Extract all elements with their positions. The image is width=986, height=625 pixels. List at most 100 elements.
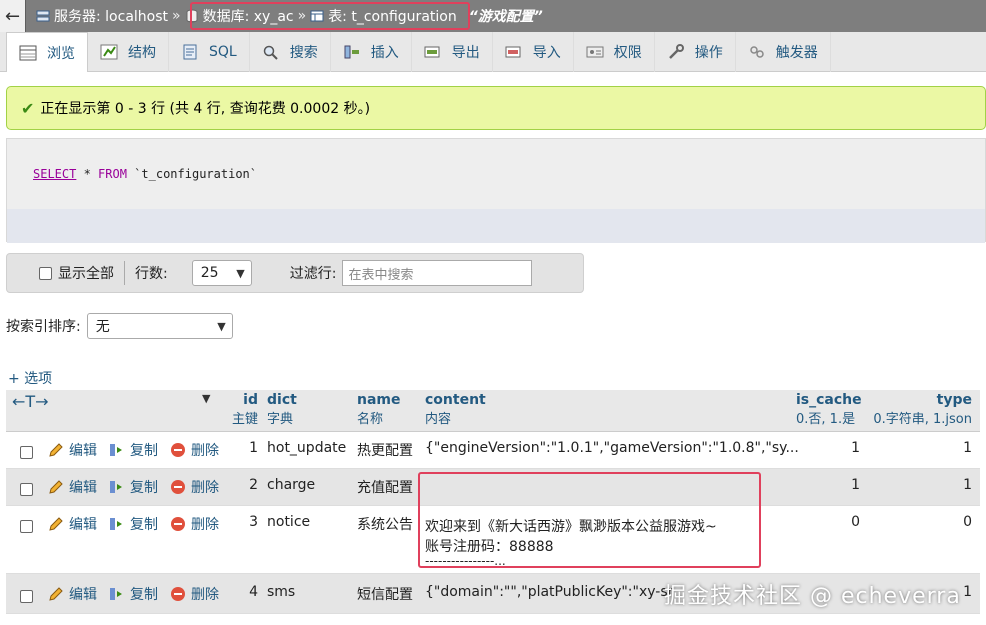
column-name: name (357, 392, 401, 408)
tab-operations[interactable]: 操作 (655, 32, 736, 72)
cell-type: 0 (963, 514, 972, 530)
pencil-icon (49, 480, 63, 494)
copy-link[interactable]: 复制 (109, 584, 158, 604)
copy-label: 复制 (130, 480, 158, 496)
column-comment: 名称 (357, 412, 384, 427)
column-header-content[interactable]: content 内容 (425, 392, 486, 427)
column-name: is_cache (796, 392, 862, 408)
tab-export[interactable]: 导出 (412, 32, 493, 72)
edit-label: 编辑 (69, 480, 97, 496)
column-name: content (425, 392, 486, 408)
delete-link[interactable]: 删除 (170, 477, 219, 497)
tab-import[interactable]: 导入 (493, 32, 574, 72)
tab-search[interactable]: 搜索 (250, 32, 331, 72)
copy-icon (110, 444, 122, 456)
delete-icon (171, 517, 185, 531)
pencil-icon (49, 517, 63, 531)
breadcrumb-server-label: 服务器: localhost (54, 9, 169, 25)
sql-icon (183, 44, 197, 60)
column-comment: 内容 (425, 412, 452, 427)
edit-link[interactable]: 编辑 (48, 477, 97, 497)
tab-label: 结构 (128, 45, 156, 61)
sql-star: * (76, 167, 99, 181)
row-checkbox[interactable] (20, 446, 33, 459)
privileges-icon (586, 46, 604, 58)
filter-rows-input[interactable]: 在表中搜索 (342, 260, 533, 286)
column-header-id[interactable]: id 主键 (230, 392, 258, 427)
row-checkbox[interactable] (20, 590, 33, 603)
cell-id: 2 (249, 477, 258, 493)
show-all-checkbox[interactable] (39, 266, 52, 280)
delete-link[interactable]: 删除 (170, 440, 219, 460)
annotation-highlight-box (190, 2, 470, 30)
search-icon (263, 45, 278, 60)
column-options-dropdown-icon[interactable]: ▼ (202, 392, 210, 405)
delete-label: 删除 (191, 587, 219, 603)
edit-link[interactable]: 编辑 (48, 584, 97, 604)
edit-link[interactable]: 编辑 (48, 514, 97, 534)
success-message-text: 正在显示第 0 - 3 行 (共 4 行, 查询花费 0.0002 秒。) (40, 101, 371, 117)
sort-by-key-select[interactable]: 无 ▼ (86, 313, 233, 339)
cell-type: 1 (963, 477, 972, 493)
sql-query: SELECT * FROM `t_configuration` (7, 139, 985, 209)
watermark: 掘金技术社区 @ echeverra (664, 584, 961, 609)
sort-by-key-value: 无 (95, 319, 110, 335)
tab-browse[interactable]: 浏览 (6, 32, 88, 72)
cell-content: {"domain":"","platPublicKey":"xy-sr (425, 584, 674, 600)
options-link[interactable]: + 选项 (8, 368, 52, 388)
edit-link[interactable]: 编辑 (48, 440, 97, 460)
back-arrow-icon[interactable]: ← (0, 0, 26, 32)
edit-label: 编辑 (69, 443, 97, 459)
sort-by-key-row: 按索引排序: 无 ▼ (6, 313, 233, 339)
cell-is-cache: 0 (851, 514, 860, 530)
tab-structure[interactable]: 结构 (88, 32, 169, 72)
column-header-name[interactable]: name 名称 (357, 392, 401, 427)
rows-count-value: 25 (200, 265, 219, 281)
breadcrumb-server[interactable]: 服务器: localhost (36, 6, 168, 26)
sql-keyword-select[interactable]: SELECT (33, 167, 76, 181)
annotation-highlight-box (418, 472, 761, 568)
cell-dict: sms (267, 584, 296, 600)
breadcrumb-separator: » (172, 8, 181, 24)
breadcrumb-bar: ← 服务器: localhost » 数据库: xy_ac » 表: t_con… (0, 0, 986, 32)
column-comment: 主键 (231, 412, 258, 427)
column-resize-arrows-icon[interactable]: ←T→ (12, 392, 49, 411)
delete-label: 删除 (191, 443, 219, 459)
cell-content: {"engineVersion":"1.0.1","gameVersion":"… (425, 440, 799, 456)
column-header-dict[interactable]: dict 字典 (267, 392, 297, 427)
row-checkbox[interactable] (20, 483, 33, 496)
delete-label: 删除 (191, 517, 219, 533)
sql-query-box: SELECT * FROM `t_configuration` (6, 138, 986, 243)
rows-label: 行数: (135, 266, 168, 282)
delete-link[interactable]: 删除 (170, 514, 219, 534)
sql-keyword-from: FROM (98, 167, 127, 181)
column-name: dict (267, 392, 297, 408)
copy-link[interactable]: 复制 (109, 477, 158, 497)
copy-label: 复制 (130, 587, 158, 603)
cell-is-cache: 1 (851, 477, 860, 493)
tab-triggers[interactable]: 触发器 (736, 32, 831, 72)
success-message: ✔ 正在显示第 0 - 3 行 (共 4 行, 查询花费 0.0002 秒。) (6, 86, 986, 130)
tab-insert[interactable]: 插入 (331, 32, 412, 72)
copy-link[interactable]: 复制 (109, 440, 158, 460)
edit-label: 编辑 (69, 587, 97, 603)
column-header-type[interactable]: type 0.字符串, 1.json (868, 392, 972, 427)
copy-label: 复制 (130, 443, 158, 459)
delete-icon (171, 587, 185, 601)
tab-privileges[interactable]: 权限 (574, 32, 655, 72)
copy-label: 复制 (130, 517, 158, 533)
browse-icon (19, 45, 37, 60)
delete-link[interactable]: 删除 (170, 584, 219, 604)
sql-query-toolbar (7, 209, 985, 243)
column-header-is-cache[interactable]: is_cache 0.否, 1.是 (796, 392, 862, 427)
rows-count-select[interactable]: 25 ▼ (191, 260, 252, 286)
copy-icon (110, 481, 122, 493)
tab-sql[interactable]: SQL (169, 32, 250, 72)
cell-id: 3 (249, 514, 258, 530)
copy-icon (110, 518, 122, 530)
divider (124, 261, 125, 285)
tab-label: 浏览 (47, 45, 75, 62)
copy-link[interactable]: 复制 (109, 514, 158, 534)
sql-table-name: `t_configuration` (126, 167, 257, 181)
row-checkbox[interactable] (20, 520, 33, 533)
